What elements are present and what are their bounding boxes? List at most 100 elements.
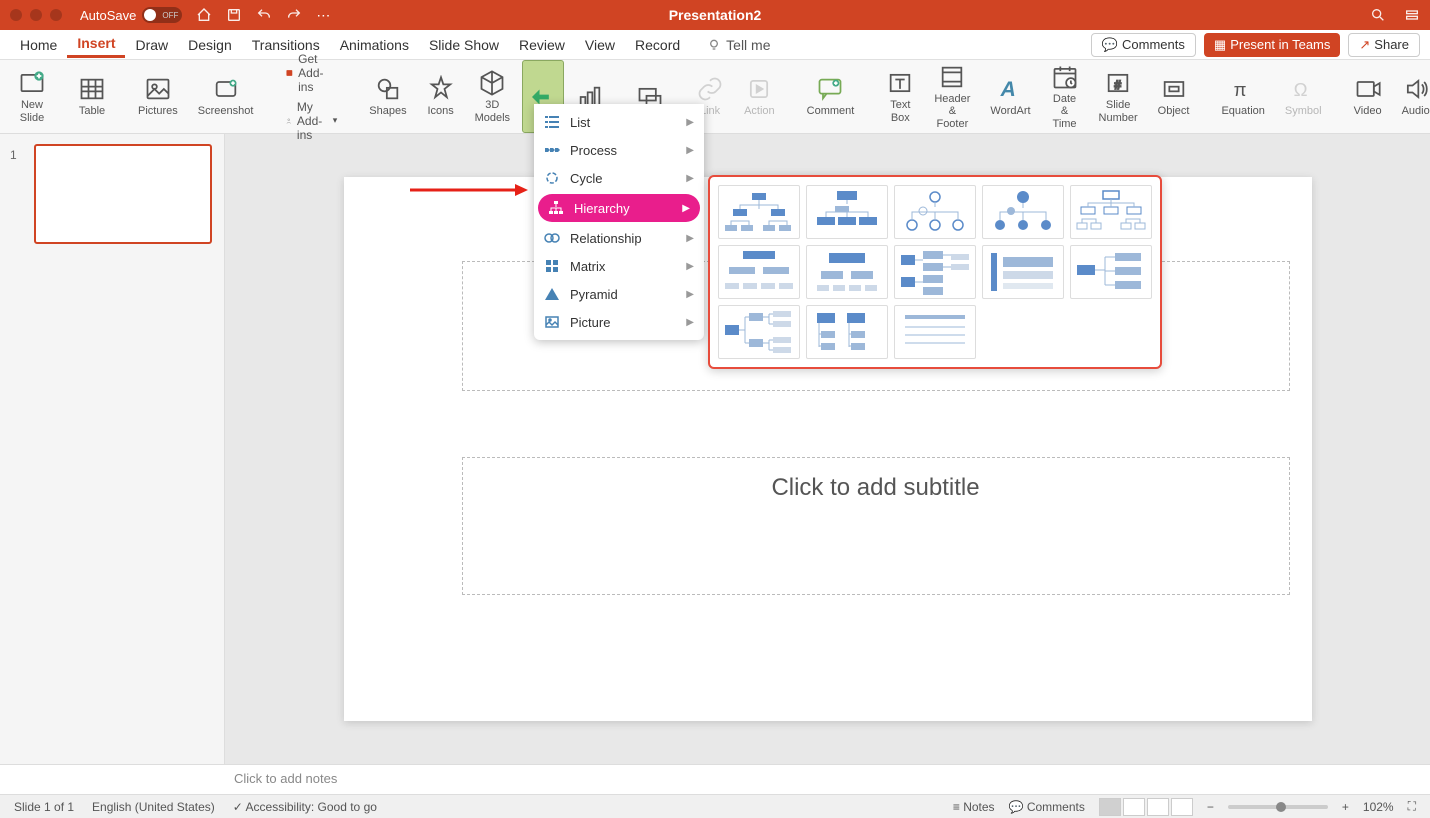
view-buttons [1099, 798, 1193, 816]
comment-button[interactable]: Comment [799, 60, 863, 133]
tab-draw[interactable]: Draw [125, 37, 178, 53]
hierarchy-layout-1[interactable] [718, 185, 800, 239]
autosave-label: AutoSave [80, 8, 136, 23]
tab-review[interactable]: Review [509, 37, 575, 53]
equation-button[interactable]: π Equation [1213, 60, 1272, 133]
tab-home[interactable]: Home [10, 37, 67, 53]
hierarchy-layout-8[interactable] [894, 245, 976, 299]
sorter-view-button[interactable] [1123, 798, 1145, 816]
hierarchy-layout-4[interactable] [982, 185, 1064, 239]
language-indicator[interactable]: English (United States) [92, 800, 215, 814]
audio-button[interactable]: Audio [1394, 60, 1430, 133]
icons-button[interactable]: Icons [419, 60, 463, 133]
hierarchy-layout-3[interactable] [894, 185, 976, 239]
smartart-picture-item[interactable]: Picture▶ [534, 308, 704, 336]
smartart-pyramid-item[interactable]: Pyramid▶ [534, 280, 704, 308]
slide-counter[interactable]: Slide 1 of 1 [14, 800, 74, 814]
smartart-matrix-item[interactable]: Matrix▶ [534, 252, 704, 280]
accessibility-status[interactable]: ✓ Accessibility: Good to go [233, 800, 377, 814]
tab-design[interactable]: Design [178, 37, 242, 53]
autosave-switch[interactable]: OFF [142, 7, 182, 23]
zoom-slider[interactable] [1228, 805, 1328, 809]
subtitle-placeholder[interactable]: Click to add subtitle [462, 457, 1290, 595]
slideshow-view-button[interactable] [1171, 798, 1193, 816]
addins-icon [285, 66, 294, 80]
pictures-icon [144, 75, 172, 103]
cycle-icon [544, 170, 560, 186]
home-icon[interactable] [196, 7, 212, 23]
share-button[interactable]: ↗Share [1348, 33, 1420, 57]
window-controls [10, 9, 62, 21]
cube-icon [478, 69, 506, 97]
notes-pane[interactable]: Click to add notes [0, 764, 1430, 794]
tab-transitions[interactable]: Transitions [242, 37, 330, 53]
symbol-button[interactable]: Ω Symbol [1277, 60, 1330, 133]
fit-to-window-button[interactable]: ⛶ [1408, 799, 1416, 814]
present-teams-button[interactable]: ▦Present in Teams [1204, 33, 1341, 57]
wordart-button[interactable]: A WordArt [982, 60, 1038, 133]
textbox-button[interactable]: Text Box [878, 60, 922, 133]
screenshot-button[interactable]: Screenshot [190, 60, 262, 133]
hierarchy-layout-5[interactable] [1070, 185, 1152, 239]
maximize-window-icon[interactable] [50, 9, 62, 21]
hierarchy-layout-7[interactable] [806, 245, 888, 299]
table-button[interactable]: Table [70, 60, 114, 133]
comment-icon [816, 75, 844, 103]
tab-record[interactable]: Record [625, 37, 690, 53]
slide-number-button[interactable]: # Slide Number [1091, 60, 1146, 133]
tab-insert[interactable]: Insert [67, 35, 125, 58]
hierarchy-layout-10[interactable] [1070, 245, 1152, 299]
zoom-out-button[interactable]: − [1207, 800, 1214, 814]
titlebar: AutoSave OFF ⋯ Presentation2 [0, 0, 1430, 30]
close-window-icon[interactable] [10, 9, 22, 21]
object-button[interactable]: Object [1150, 60, 1198, 133]
undo-icon[interactable] [256, 7, 272, 23]
video-button[interactable]: Video [1346, 60, 1390, 133]
hierarchy-layout-2[interactable] [806, 185, 888, 239]
action-button[interactable]: Action [736, 60, 783, 133]
get-addins-button[interactable]: Get Add-ins [285, 52, 337, 94]
new-slide-button[interactable]: New Slide [10, 60, 54, 133]
smartart-hierarchy-item[interactable]: Hierarchy▶ [538, 194, 700, 222]
icons-icon [427, 75, 455, 103]
comments-toggle[interactable]: 💬 Comments [1009, 800, 1085, 814]
redo-icon[interactable] [286, 7, 302, 23]
autosave-toggle[interactable]: AutoSave OFF [80, 7, 182, 23]
save-icon[interactable] [226, 7, 242, 23]
smartart-relationship-item[interactable]: Relationship▶ [534, 224, 704, 252]
audio-icon [1402, 75, 1430, 103]
tab-slideshow[interactable]: Slide Show [419, 37, 509, 53]
datetime-button[interactable]: Date & Time [1043, 60, 1087, 133]
hierarchy-layout-6[interactable] [718, 245, 800, 299]
comments-button[interactable]: 💬Comments [1091, 33, 1196, 57]
reading-view-button[interactable] [1147, 798, 1169, 816]
3dmodels-button[interactable]: 3D Models [467, 60, 518, 133]
quick-access-toolbar: ⋯ [196, 7, 330, 24]
smartart-process-item[interactable]: Process▶ [534, 136, 704, 164]
tab-view[interactable]: View [575, 37, 625, 53]
normal-view-button[interactable] [1099, 798, 1121, 816]
ribbon: New Slide Table Pictures Screenshot Get … [0, 60, 1430, 134]
tab-animations[interactable]: Animations [330, 37, 419, 53]
notes-toggle[interactable]: ≡ Notes [953, 800, 995, 814]
hierarchy-layout-13[interactable] [894, 305, 976, 359]
svg-text:A: A [1000, 78, 1016, 101]
zoom-in-button[interactable]: + [1342, 800, 1349, 814]
pictures-button[interactable]: Pictures [130, 60, 186, 133]
textbox-icon [886, 69, 914, 97]
hierarchy-layout-11[interactable] [718, 305, 800, 359]
tell-me-search[interactable]: Tell me [706, 37, 770, 53]
smartart-cycle-item[interactable]: Cycle▶ [534, 164, 704, 192]
header-footer-button[interactable]: Header & Footer [926, 60, 978, 133]
ribbon-options-icon[interactable] [1404, 7, 1420, 23]
minimize-window-icon[interactable] [30, 9, 42, 21]
hierarchy-layout-12[interactable] [806, 305, 888, 359]
lightbulb-icon [706, 37, 722, 53]
smartart-list-item[interactable]: List▶ [534, 108, 704, 136]
hierarchy-layout-9[interactable] [982, 245, 1064, 299]
shapes-button[interactable]: Shapes [361, 60, 414, 133]
more-icon[interactable]: ⋯ [316, 7, 330, 24]
search-icon[interactable] [1370, 7, 1386, 23]
zoom-level[interactable]: 102% [1363, 800, 1394, 814]
slide-thumbnail-1[interactable] [34, 144, 212, 244]
